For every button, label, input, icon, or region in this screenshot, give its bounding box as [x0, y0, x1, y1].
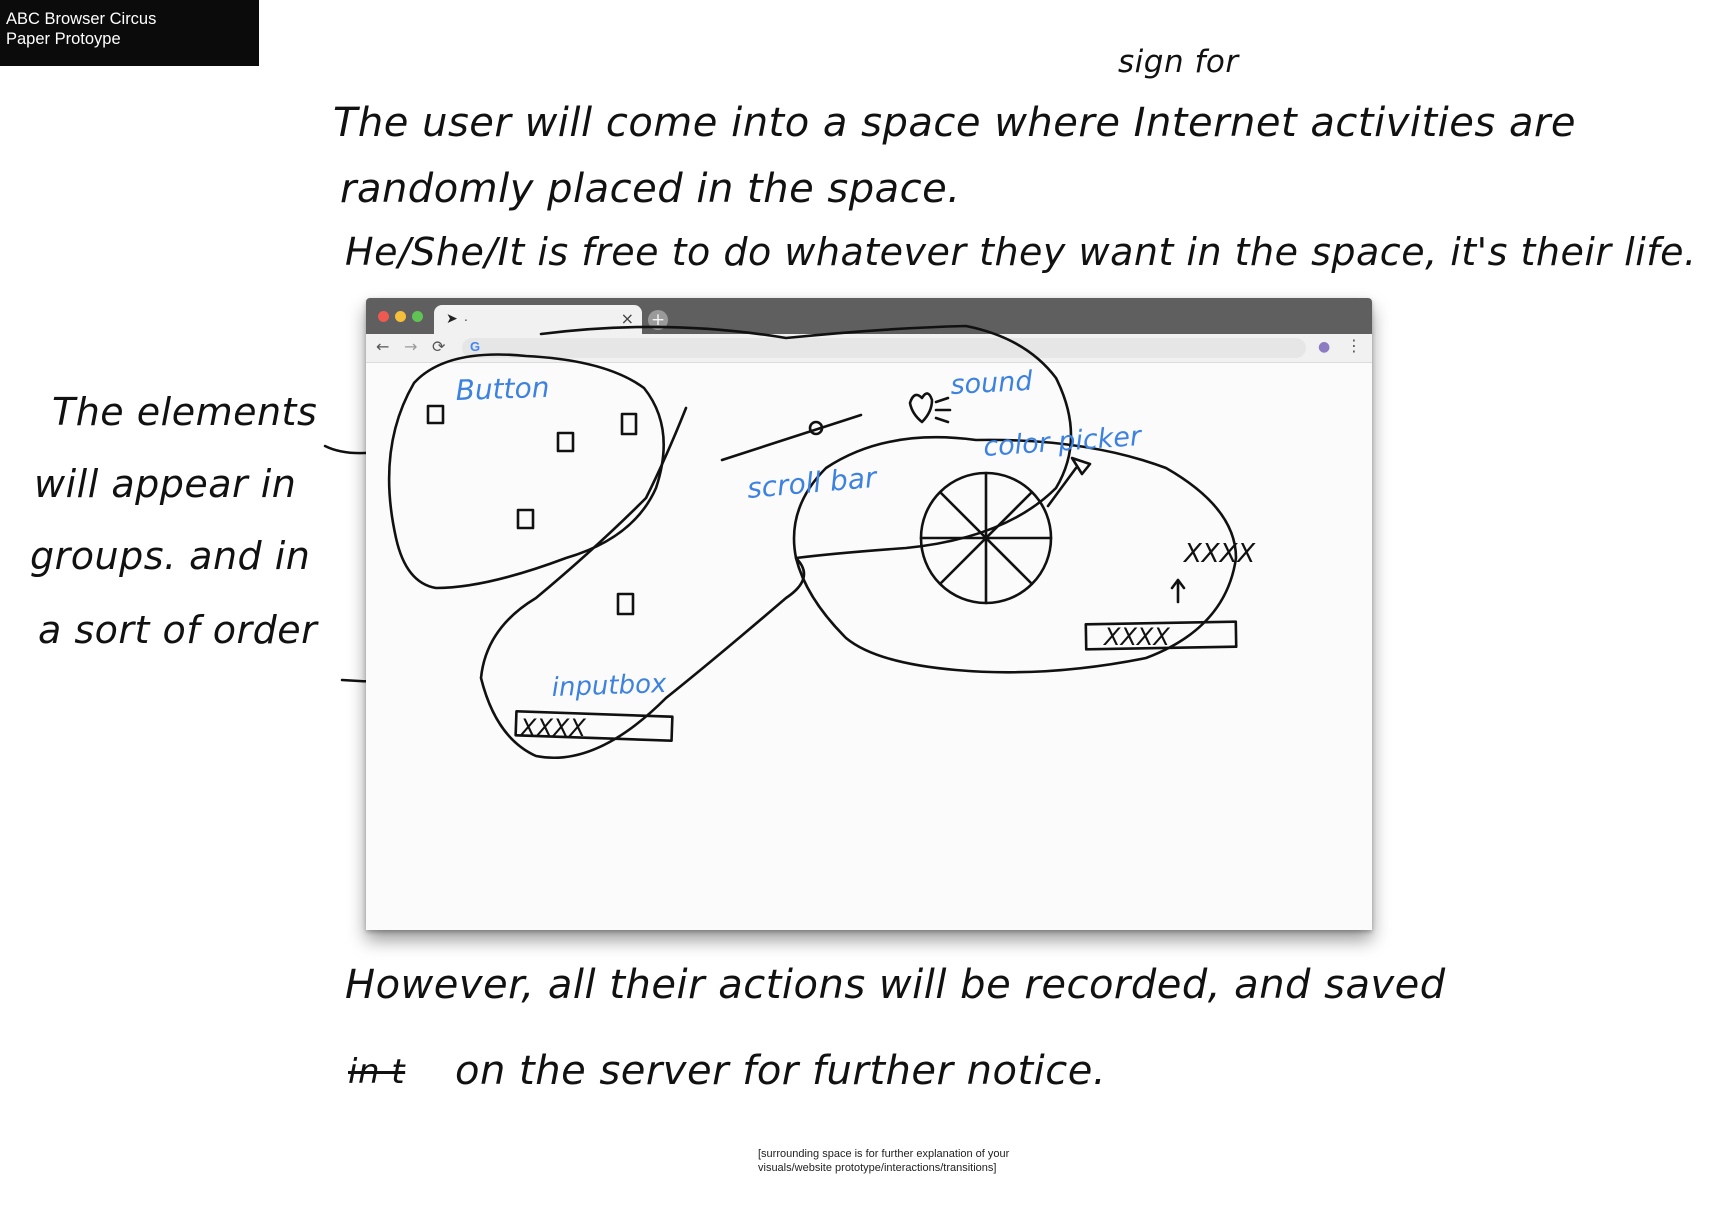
label-color-picker: color picker — [982, 421, 1144, 463]
output-text: XXXX — [1182, 539, 1256, 569]
label-sound: sound — [950, 366, 1034, 401]
sound-icon — [908, 392, 934, 424]
checkbox-5 — [616, 592, 635, 616]
scroll-bar-track — [720, 413, 863, 462]
inputbox-value: XXXX — [518, 714, 586, 742]
caption-line-2: visuals/website prototype/interactions/t… — [758, 1162, 997, 1174]
sketch-canvas: Button sound scroll bar color picker inp… — [387, 324, 1256, 760]
footer-caption: [surrounding space is for further explan… — [758, 1147, 1009, 1175]
browser-window: ➤ . × + ← → ⟳ G ● ⋮ Button sound scroll … — [366, 298, 1372, 930]
output-box-value: XXXX — [1102, 623, 1170, 651]
checkbox-4 — [516, 508, 535, 530]
label-button: Button — [455, 371, 550, 407]
label-scroll-bar: scroll bar — [746, 461, 879, 505]
label-inputbox: inputbox — [551, 669, 667, 703]
checkbox-1 — [426, 404, 445, 425]
caption-line-1: [surrounding space is for further explan… — [758, 1148, 1010, 1160]
checkbox-2 — [556, 431, 575, 453]
checkbox-3 — [620, 412, 638, 436]
